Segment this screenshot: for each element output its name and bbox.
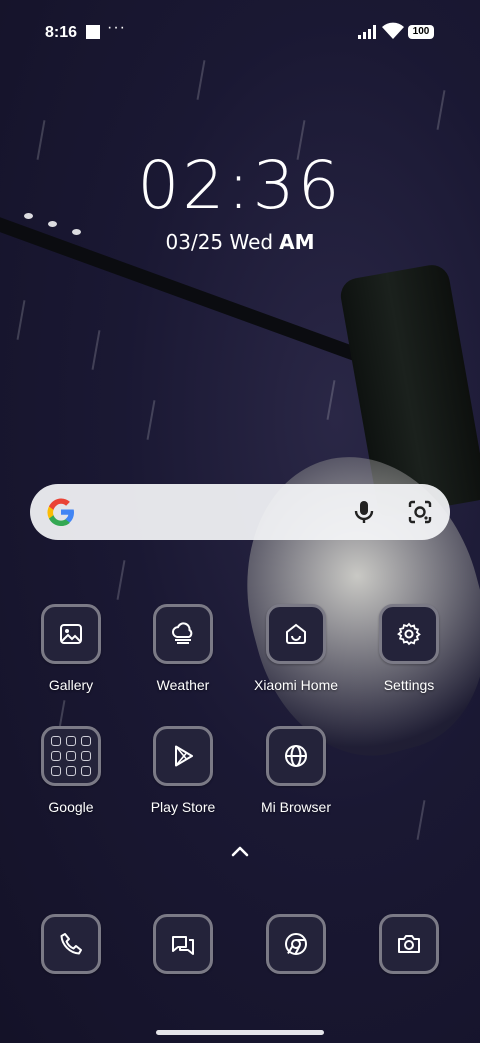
gesture-nav-bar[interactable] bbox=[156, 1030, 324, 1035]
clock-widget[interactable]: 02:36 03/25 Wed AM bbox=[0, 150, 480, 256]
clock-ampm: AM bbox=[279, 230, 315, 254]
app-weather[interactable]: Weather bbox=[128, 604, 238, 693]
app-label: Xiaomi Home bbox=[253, 677, 339, 693]
app-label: Gallery bbox=[48, 677, 94, 693]
app-gallery[interactable]: Gallery bbox=[16, 604, 126, 693]
app-label: Play Store bbox=[150, 799, 216, 815]
gallery-icon bbox=[41, 604, 101, 664]
weather-icon bbox=[153, 604, 213, 664]
google-search-bar[interactable] bbox=[30, 484, 450, 540]
status-time: 8:16 bbox=[45, 24, 78, 41]
app-xiaomi-home[interactable]: Xiaomi Home bbox=[241, 604, 351, 693]
app-play-store[interactable]: Play Store bbox=[128, 726, 238, 815]
phone-icon bbox=[41, 914, 101, 974]
app-mi-browser[interactable]: Mi Browser bbox=[241, 726, 351, 815]
clock-date: 03/25 Wed bbox=[165, 230, 274, 254]
dock-chrome[interactable] bbox=[241, 914, 351, 974]
dock-camera[interactable] bbox=[354, 914, 464, 974]
more-notifications-indicator: ··· bbox=[107, 19, 126, 36]
chrome-icon bbox=[266, 914, 326, 974]
play-store-icon bbox=[153, 726, 213, 786]
app-settings[interactable]: Settings bbox=[354, 604, 464, 693]
app-folder-google[interactable]: Google bbox=[16, 726, 126, 815]
xiaomi-home-icon bbox=[266, 604, 326, 664]
mi-browser-icon bbox=[266, 726, 326, 786]
dock-messages[interactable] bbox=[128, 914, 238, 974]
google-g-icon bbox=[47, 498, 74, 526]
square-notification-icon bbox=[86, 25, 100, 39]
wifi-icon bbox=[382, 22, 404, 39]
app-label: Google bbox=[48, 799, 94, 815]
app-label: Weather bbox=[156, 677, 210, 693]
messages-icon bbox=[153, 914, 213, 974]
clock-time: 02:36 bbox=[137, 147, 343, 224]
settings-icon bbox=[379, 604, 439, 664]
battery-icon: 100 bbox=[408, 25, 434, 39]
app-label: Mi Browser bbox=[260, 799, 331, 815]
status-bar: 8:16 ··· 100 bbox=[0, 0, 480, 60]
google-folder-icon bbox=[41, 726, 101, 786]
chevron-up-icon[interactable] bbox=[228, 842, 252, 860]
app-label: Settings bbox=[383, 677, 435, 693]
mic-icon[interactable] bbox=[350, 498, 378, 526]
camera-icon bbox=[379, 914, 439, 974]
dock-phone[interactable] bbox=[16, 914, 126, 974]
clock-date-line: 03/25 Wed AM bbox=[0, 228, 480, 256]
google-lens-icon[interactable] bbox=[406, 498, 434, 526]
signal-icon bbox=[358, 25, 376, 39]
